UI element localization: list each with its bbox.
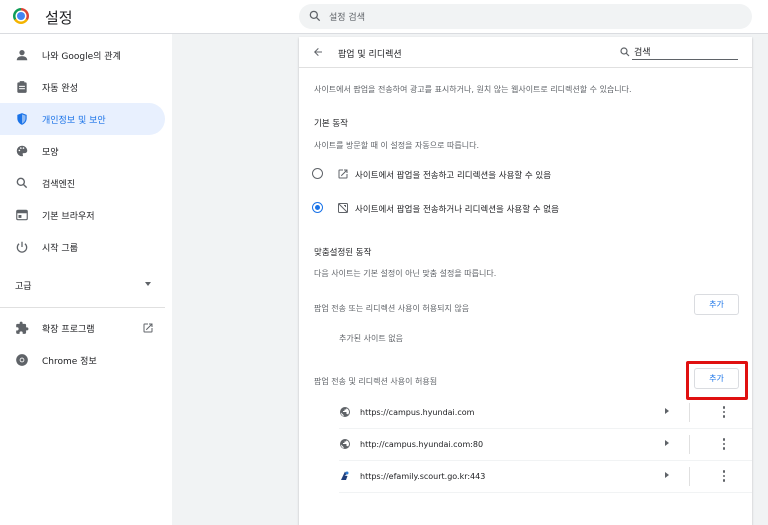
more-actions-icon[interactable] [718,468,730,484]
chrome-logo-icon [13,8,29,24]
search-icon [309,10,321,22]
site-search-input[interactable] [632,43,738,60]
allowed-site-row[interactable]: https://campus.hyundai.com [299,396,752,428]
app-title: 설정 [45,9,73,27]
site-url: https://efamily.scourt.go.kr:443 [360,472,486,481]
sidebar-item-label: 모양 [42,148,59,158]
sidebar-item-label: 시작 그룹 [42,244,78,254]
blocked-section-heading: 팝업 전송 또는 리디렉션 사용이 허용되지 않음 [314,304,470,313]
settings-search-input[interactable]: 설정 검색 [299,4,752,29]
sidebar-item-privacy-security[interactable]: 개인정보 및 보안 [0,103,165,135]
divider [689,435,690,454]
external-link-icon[interactable] [142,322,154,334]
clipboard-icon [17,81,27,93]
popups-settings-card: 팝업 및 리디렉션 사이트에서 팝업을 전송하여 광고를 표시하거나, 원치 않… [299,37,752,525]
default-behavior-desc: 사이트를 방문할 때 이 설정을 자동으로 따릅니다. [314,141,479,150]
allowed-section-heading: 팝업 전송 및 리디렉션 사용이 허용됨 [314,377,438,386]
sidebar-item-label: Chrome 정보 [42,357,97,367]
palette-icon [16,145,28,157]
more-actions-icon[interactable] [718,436,730,452]
sidebar-item-appearance[interactable]: 모양 [0,135,165,167]
sidebar-divider [0,307,165,308]
sidebar: 나와 Google의 관계 자동 완성 개인정보 및 보안 모양 검색엔진 기본… [0,34,172,525]
site-url: http://campus.hyundai.com:80 [360,440,484,449]
page-title: 팝업 및 리디렉션 [338,50,402,60]
back-arrow-icon[interactable] [312,46,324,58]
sidebar-item-search-engine[interactable]: 검색엔진 [0,167,165,199]
radio-allow[interactable] [312,168,323,179]
power-icon [16,241,28,253]
search-placeholder: 설정 검색 [329,13,365,23]
sidebar-item-you-and-google[interactable]: 나와 Google의 관계 [0,39,165,71]
chevron-right-icon[interactable] [665,440,669,446]
sidebar-item-about-chrome[interactable]: Chrome 정보 [0,344,165,376]
site-url: https://campus.hyundai.com [360,408,475,417]
default-behavior-heading: 기본 동작 [314,119,348,129]
globe-icon [340,407,350,417]
page-description: 사이트에서 팝업을 전송하여 광고를 표시하거나, 원치 않는 웹사이트로 리디… [314,85,632,94]
sidebar-item-default-browser[interactable]: 기본 브라우저 [0,199,165,231]
chevron-right-icon[interactable] [665,408,669,414]
person-icon [16,50,28,61]
popup-blocked-icon [338,203,348,213]
allowed-site-row[interactable]: https://efamily.scourt.go.kr:443 [299,460,752,492]
custom-behavior-desc: 다음 사이트는 기본 설정이 아닌 맞춤 설정을 따릅니다. [314,269,497,278]
advanced-toggle[interactable]: 고급 [15,279,32,292]
blocked-empty-text: 추가된 사이트 없음 [339,334,403,343]
sidebar-item-label: 확장 프로그램 [42,325,95,335]
chevron-right-icon[interactable] [665,472,669,478]
divider [689,467,690,486]
browser-icon [16,209,28,221]
shield-icon [17,113,27,125]
radio-block[interactable] [312,202,323,213]
sidebar-item-label: 검색엔진 [42,180,76,190]
globe-icon [340,439,350,449]
divider [299,67,752,68]
more-actions-icon[interactable] [718,404,730,420]
site-favicon-icon [341,471,349,480]
sidebar-item-label: 개인정보 및 보안 [42,116,106,126]
add-blocked-site-button[interactable]: 추가 [694,294,739,315]
divider [689,403,690,422]
sidebar-item-label: 나와 Google의 관계 [42,52,121,62]
caret-down-icon[interactable] [145,282,151,286]
search-icon [620,47,630,57]
custom-behavior-heading: 맞춤설정된 동작 [314,248,372,258]
sidebar-item-label: 기본 브라우저 [42,212,95,222]
search-icon [16,177,28,189]
chrome-icon [16,354,28,366]
add-allowed-site-button[interactable]: 추가 [694,368,739,389]
option-block-label: 사이트에서 팝업을 전송하거나 리디렉션을 사용할 수 없음 [355,205,559,215]
sidebar-item-label: 자동 완성 [42,84,78,94]
option-allow-label: 사이트에서 팝업을 전송하고 리디렉션을 사용할 수 있음 [355,171,552,181]
sidebar-item-autofill[interactable]: 자동 완성 [0,71,165,103]
sidebar-item-on-startup[interactable]: 시작 그룹 [0,231,165,263]
row-divider [339,492,752,493]
open-in-new-icon [338,169,348,179]
puzzle-icon [16,321,29,334]
top-bar: 설정 설정 검색 [0,0,768,34]
sidebar-item-extensions[interactable]: 확장 프로그램 [0,312,165,344]
allowed-site-row[interactable]: http://campus.hyundai.com:80 [299,428,752,460]
